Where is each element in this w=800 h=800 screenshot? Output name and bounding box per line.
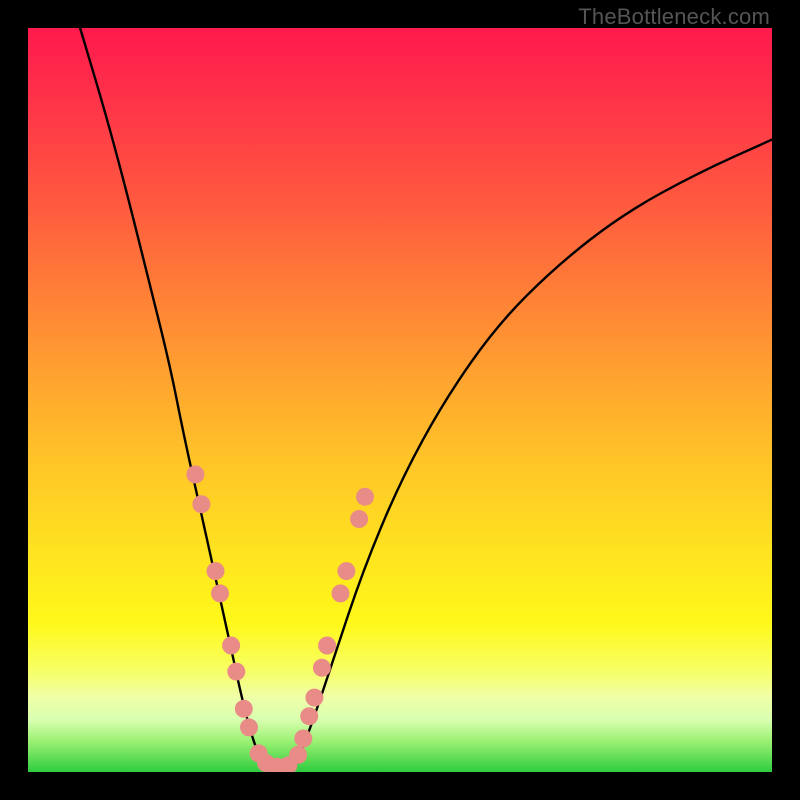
- plot-area: [28, 28, 772, 772]
- sample-dot: [289, 746, 307, 764]
- sample-dot: [235, 700, 253, 718]
- sample-dot: [300, 707, 318, 725]
- sample-dot: [332, 584, 350, 602]
- sample-dot: [313, 659, 331, 677]
- sample-dot: [318, 637, 336, 655]
- watermark-text: TheBottleneck.com: [578, 4, 770, 30]
- sample-dot: [350, 510, 368, 528]
- sample-dot: [222, 637, 240, 655]
- sample-dot: [240, 718, 258, 736]
- sample-dot: [186, 465, 204, 483]
- sample-dot: [305, 689, 323, 707]
- sample-dot: [294, 730, 312, 748]
- sample-dot: [207, 562, 225, 580]
- bottleneck-curve: [80, 28, 772, 768]
- sample-dot: [337, 562, 355, 580]
- chart-frame: TheBottleneck.com: [0, 0, 800, 800]
- sample-dot: [227, 663, 245, 681]
- sample-dot: [192, 495, 210, 513]
- sample-dot: [211, 584, 229, 602]
- sample-dot: [356, 488, 374, 506]
- chart-svg: [28, 28, 772, 772]
- curve-layer: [80, 28, 772, 768]
